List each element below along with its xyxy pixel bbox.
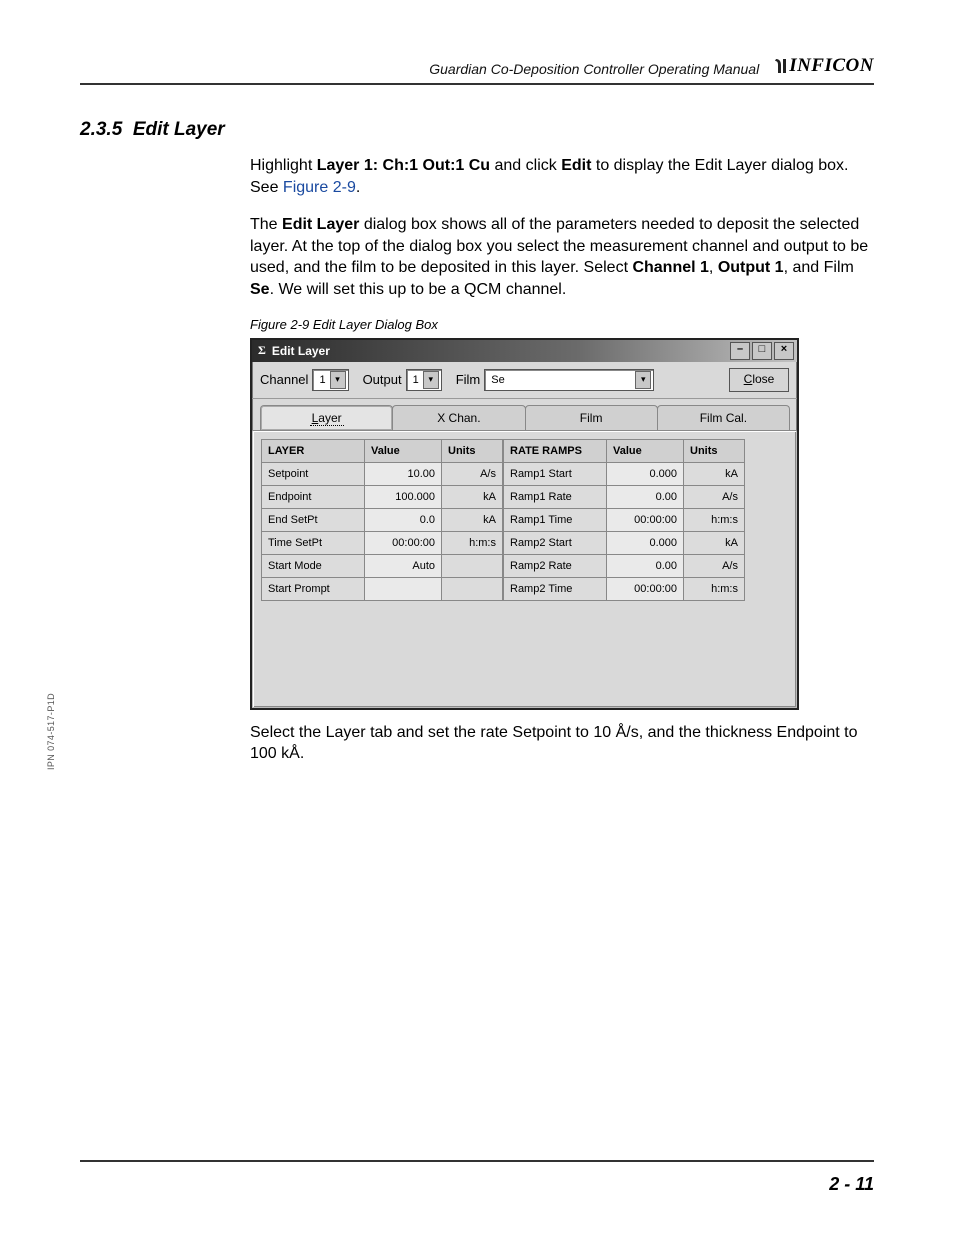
dialog-title: Edit Layer [272, 344, 330, 358]
dialog-titlebar: Σ Edit Layer – □ × [252, 340, 797, 362]
tab-film[interactable]: Film [525, 405, 658, 430]
table-row: Ramp2 Start0.000kA [504, 531, 745, 554]
paragraph-2: The Edit Layer dialog box shows all of t… [80, 214, 874, 300]
tab-filmcal[interactable]: Film Cal. [657, 405, 790, 430]
col-header-value: Value [365, 439, 442, 462]
table-row: Ramp1 Rate0.00A/s [504, 485, 745, 508]
logo-text: INFICON [789, 55, 874, 77]
output-select[interactable]: 1 ▾ [406, 369, 442, 391]
table-row: Ramp2 Rate0.00A/s [504, 554, 745, 577]
close-button[interactable]: Close [729, 368, 789, 392]
minimize-button[interactable]: – [730, 342, 750, 360]
rate-ramps-table: RATE RAMPS Value Units Ramp1 Start0.000k… [503, 439, 745, 601]
table-row: Setpoint10.00A/s [262, 462, 503, 485]
page-header: Guardian Co-Deposition Controller Operat… [80, 55, 874, 85]
timesetpt-value[interactable]: 00:00:00 [365, 531, 442, 554]
col-header-ramps: RATE RAMPS [504, 439, 607, 462]
maximize-button[interactable]: □ [752, 342, 772, 360]
chevron-down-icon: ▾ [423, 371, 439, 389]
paragraph-3: Select the Layer tab and set the rate Se… [80, 722, 874, 765]
table-row: Ramp1 Time00:00:00h:m:s [504, 508, 745, 531]
chevron-down-icon: ▾ [330, 371, 346, 389]
side-note: IPN 074-517-P1D [46, 693, 56, 770]
endpoint-value[interactable]: 100.000 [365, 485, 442, 508]
film-select[interactable]: Se ▾ [484, 369, 654, 391]
tab-layer[interactable]: Layer [260, 405, 393, 430]
table-row: Ramp1 Start0.000kA [504, 462, 745, 485]
table-row: Start Prompt [262, 577, 503, 600]
tab-panel-layer: LAYER Value Units Setpoint10.00A/s Endpo… [252, 431, 797, 708]
film-label: Film [456, 372, 481, 387]
output-label: Output [363, 372, 402, 387]
setpoint-value[interactable]: 10.00 [365, 462, 442, 485]
sigma-icon: Σ [258, 343, 266, 358]
startmode-value[interactable]: Auto [365, 554, 442, 577]
table-row: Endpoint100.000kA [262, 485, 503, 508]
brand-logo: INFICON [773, 55, 874, 77]
page-number: 2 - 11 [829, 1174, 874, 1194]
channel-select[interactable]: 1 ▾ [312, 369, 348, 391]
startprompt-value[interactable] [365, 577, 442, 600]
col-header-layer: LAYER [262, 439, 365, 462]
logo-icon [773, 58, 787, 74]
edit-layer-dialog: Σ Edit Layer – □ × Channel 1 ▾ Output [250, 338, 799, 710]
chevron-down-icon: ▾ [635, 371, 651, 389]
close-x-button[interactable]: × [774, 342, 794, 360]
layer-table: LAYER Value Units Setpoint10.00A/s Endpo… [261, 439, 503, 601]
tab-row: Layer X Chan. Film Film Cal. [252, 399, 797, 431]
table-row: Ramp2 Time00:00:00h:m:s [504, 577, 745, 600]
col-header-value: Value [607, 439, 684, 462]
col-header-units: Units [442, 439, 503, 462]
paragraph-1: Highlight Layer 1: Ch:1 Out:1 Cu and cli… [80, 155, 874, 198]
col-header-units: Units [684, 439, 745, 462]
tab-xchan[interactable]: X Chan. [392, 405, 525, 430]
table-row: Time SetPt00:00:00h:m:s [262, 531, 503, 554]
channel-label: Channel [260, 372, 308, 387]
section-heading: 2.3.5 Edit Layer [80, 119, 874, 141]
figure-link[interactable]: Figure 2-9 [283, 179, 356, 196]
table-row: End SetPt0.0kA [262, 508, 503, 531]
figure-caption: Figure 2-9 Edit Layer Dialog Box [80, 317, 874, 332]
endsetpt-value[interactable]: 0.0 [365, 508, 442, 531]
page-footer: 2 - 11 [80, 1160, 874, 1195]
running-title: Guardian Co-Deposition Controller Operat… [429, 61, 759, 77]
table-row: Start ModeAuto [262, 554, 503, 577]
dialog-toolbar: Channel 1 ▾ Output 1 ▾ Film Se ▾ [252, 362, 797, 399]
